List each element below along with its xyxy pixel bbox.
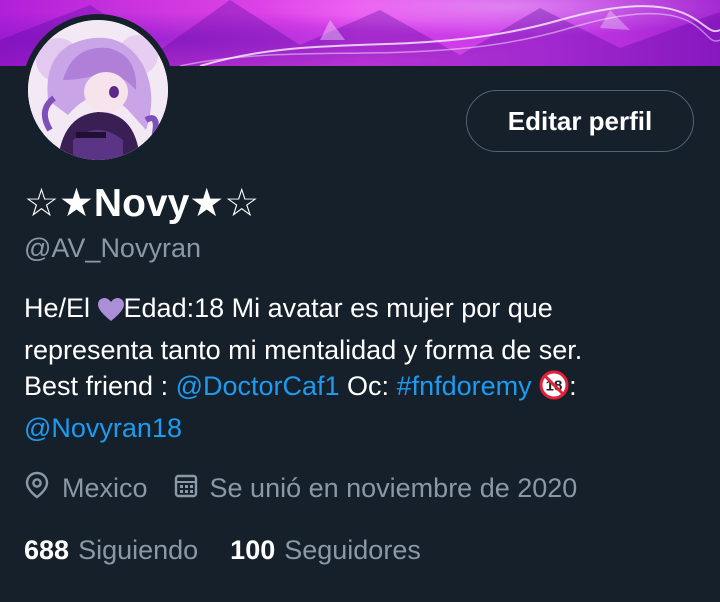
followers-count: 100 (230, 534, 276, 565)
mention-link[interactable]: @DoctorCaf1 (176, 371, 340, 401)
edit-profile-button[interactable]: Editar perfil (466, 90, 694, 152)
location-label: Mexico (62, 472, 148, 503)
join-date-label: Se unió en noviembre de 2020 (209, 472, 578, 503)
followers-link[interactable]: 100 Seguidores (230, 535, 421, 566)
following-label: Siguiendo (78, 534, 199, 565)
username-handle: @AV_Novyran (24, 233, 201, 263)
bio-text: Edad:18 Mi avatar es mujer por que (123, 293, 553, 323)
avatar[interactable] (22, 14, 174, 166)
bio-text: : (569, 371, 577, 401)
following-count: 688 (24, 534, 70, 565)
no-under-18-icon: 18 (539, 370, 569, 410)
display-name: ☆★Novy★☆ (24, 182, 260, 225)
following-link[interactable]: 688 Siguiendo (24, 535, 198, 566)
hashtag-link[interactable]: #fnfdoremy (397, 371, 532, 401)
bio-text: Oc: (339, 371, 397, 401)
location-pin-icon (24, 471, 62, 506)
followers-label: Seguidores (284, 534, 421, 565)
purple-heart-icon (97, 295, 124, 332)
location: Mexico (24, 471, 148, 506)
calendar-icon (174, 472, 210, 505)
follow-stats: 688 Siguiendo 100 Seguidores (24, 530, 421, 570)
profile-bio: He/El Edad:18 Mi avatar es mujer por que… (24, 290, 704, 446)
profile-page: Editar perfil ☆★Novy★☆ @AV_Novyran He/El… (0, 0, 720, 602)
bio-text: Best friend : (24, 371, 176, 401)
avatar-image (28, 20, 168, 160)
profile-meta: Mexico Se unió en noviembre de 2020 (24, 468, 577, 508)
bio-text: He/El (24, 293, 98, 323)
bio-text: representa tanto mi mentalidad y forma d… (24, 334, 583, 365)
mention-link[interactable]: @Novyran18 (24, 413, 182, 443)
join-date: Se unió en noviembre de 2020 (174, 472, 578, 505)
